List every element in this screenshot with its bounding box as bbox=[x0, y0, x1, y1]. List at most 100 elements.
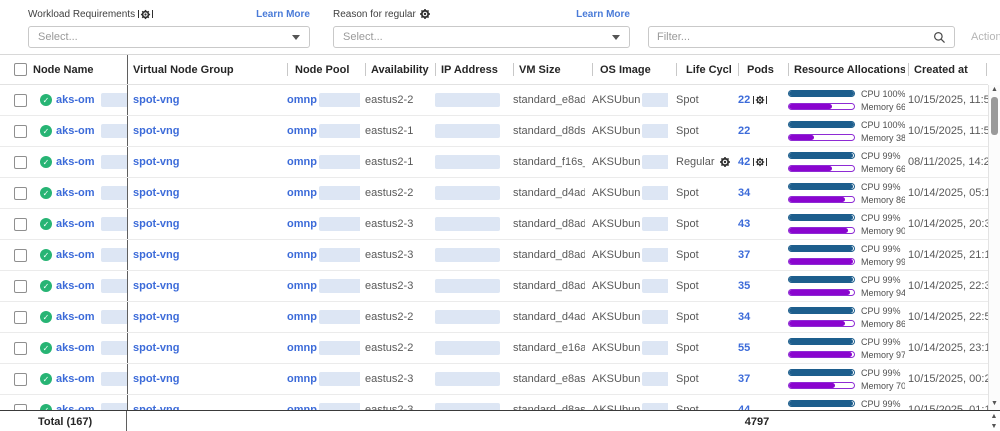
virtual-node-group-link[interactable]: spot-vng bbox=[133, 94, 179, 106]
row-checkbox[interactable] bbox=[14, 280, 27, 293]
node-name-link[interactable]: aks-om bbox=[56, 311, 95, 323]
col-node-pool[interactable]: Node Pool bbox=[282, 55, 360, 84]
col-resource-allocations[interactable]: Resource Allocations ↓ ≡ bbox=[783, 55, 905, 84]
table-row[interactable]: ✓ aks-om spot-vng omnp eastus2-2 standar… bbox=[0, 85, 988, 116]
resource-allocations-cell: CPU 99% Memory 97% bbox=[783, 333, 905, 363]
col-os-image[interactable]: OS Image bbox=[585, 55, 668, 84]
chevron-down-icon bbox=[292, 35, 300, 40]
table-row[interactable]: ✓ aks-om spot-vng omnp eastus2-3 standar… bbox=[0, 271, 988, 302]
redacted-node-pool bbox=[319, 93, 360, 107]
workload-requirements-select[interactable]: Select... bbox=[28, 26, 310, 48]
table-row[interactable]: ✓ aks-om spot-vng omnp eastus2-3 standar… bbox=[0, 240, 988, 271]
row-checkbox[interactable] bbox=[14, 342, 27, 355]
reason-for-regular-select[interactable]: Select... bbox=[333, 26, 630, 48]
scroll-down-icon[interactable]: ▼ bbox=[991, 422, 998, 431]
table-row[interactable]: ✓ aks-om spot-vng omnp eastus2-2 standar… bbox=[0, 302, 988, 333]
col-pods[interactable]: Pods bbox=[731, 55, 783, 84]
node-name-link[interactable]: aks-om bbox=[56, 94, 95, 106]
created-at-cell: 10/15/2025, 00:2... bbox=[905, 364, 988, 394]
virtual-node-group-link[interactable]: spot-vng bbox=[133, 280, 179, 292]
row-checkbox[interactable] bbox=[14, 187, 27, 200]
pods-count-link[interactable]: 34 bbox=[738, 311, 750, 323]
col-availability-zone[interactable]: Availability Zone bbox=[360, 55, 430, 84]
virtual-node-group-link[interactable]: spot-vng bbox=[133, 125, 179, 137]
col-vm-size[interactable]: VM Size bbox=[507, 55, 585, 84]
scrollbar-thumb[interactable] bbox=[991, 97, 998, 135]
node-healthy-icon: ✓ bbox=[40, 280, 52, 292]
node-pool-link[interactable]: omnp bbox=[287, 311, 317, 323]
redacted-ip-address bbox=[435, 124, 500, 138]
virtual-node-group-link[interactable]: spot-vng bbox=[133, 218, 179, 230]
virtual-node-group-link[interactable]: spot-vng bbox=[133, 342, 179, 354]
row-checkbox[interactable] bbox=[14, 249, 27, 262]
scroll-down-icon[interactable]: ▼ bbox=[991, 399, 998, 410]
redacted-ip-address bbox=[435, 279, 500, 293]
pods-count-link[interactable]: 34 bbox=[738, 187, 750, 199]
node-pool-link[interactable]: omnp bbox=[287, 156, 317, 168]
row-checkbox[interactable] bbox=[14, 125, 27, 138]
row-checkbox[interactable] bbox=[14, 311, 27, 324]
reason-learn-more-link[interactable]: Learn More bbox=[576, 9, 630, 20]
node-pool-link[interactable]: omnp bbox=[287, 187, 317, 199]
redacted-node-pool bbox=[319, 248, 360, 262]
node-name-link[interactable]: aks-om bbox=[56, 156, 95, 168]
table-row[interactable]: ✓ aks-om spot-vng omnp eastus2-3 standar… bbox=[0, 209, 988, 240]
table-row[interactable]: ✓ aks-om spot-vng omnp eastus2-2 standar… bbox=[0, 178, 988, 209]
row-checkbox[interactable] bbox=[14, 156, 27, 169]
vertical-scrollbar[interactable]: ▲ ▼ bbox=[988, 85, 1000, 410]
node-pool-link[interactable]: omnp bbox=[287, 342, 317, 354]
select-all-checkbox[interactable] bbox=[14, 63, 27, 76]
virtual-node-group-link[interactable]: spot-vng bbox=[133, 249, 179, 261]
col-life-cycle[interactable]: Life Cycle bbox=[668, 55, 731, 84]
node-pool-link[interactable]: omnp bbox=[287, 373, 317, 385]
pods-count-link[interactable]: 35 bbox=[738, 280, 750, 292]
col-node-name[interactable]: Node Name bbox=[33, 55, 127, 84]
node-pool-link[interactable]: omnp bbox=[287, 218, 317, 230]
actions-button[interactable]: Actions bbox=[971, 31, 1000, 43]
pods-count-link[interactable]: 37 bbox=[738, 249, 750, 261]
table-row[interactable]: ✓ aks-om spot-vng omnp eastus2-1 standar… bbox=[0, 116, 988, 147]
pods-count-link[interactable]: 22 bbox=[738, 94, 750, 106]
col-virtual-node-group[interactable]: Virtual Node Group bbox=[127, 55, 282, 84]
node-name-link[interactable]: aks-om bbox=[56, 187, 95, 199]
col-created-at[interactable]: Created at bbox=[905, 55, 988, 84]
node-name-link[interactable]: aks-om bbox=[56, 280, 95, 292]
reason-for-regular-filter: Reason for regular Learn More Select... bbox=[333, 6, 630, 48]
vm-size-cell: standard_d8ads... bbox=[507, 240, 585, 270]
pods-count-link[interactable]: 55 bbox=[738, 342, 750, 354]
ocean-gear-badge-icon bbox=[753, 95, 767, 105]
scroll-up-icon[interactable]: ▲ bbox=[991, 412, 998, 422]
node-name-link[interactable]: aks-om bbox=[56, 125, 95, 137]
row-checkbox[interactable] bbox=[14, 218, 27, 231]
node-name-link[interactable]: aks-om bbox=[56, 373, 95, 385]
node-pool-link[interactable]: omnp bbox=[287, 125, 317, 137]
pods-count-link[interactable]: 42 bbox=[738, 156, 750, 168]
node-pool-link[interactable]: omnp bbox=[287, 280, 317, 292]
scroll-up-icon[interactable]: ▲ bbox=[991, 85, 998, 96]
row-checkbox[interactable] bbox=[14, 373, 27, 386]
virtual-node-group-link[interactable]: spot-vng bbox=[133, 311, 179, 323]
redacted-node-name bbox=[101, 217, 127, 231]
virtual-node-group-link[interactable]: spot-vng bbox=[133, 187, 179, 199]
table-row[interactable]: ✓ aks-om spot-vng omnp eastus2-3 standar… bbox=[0, 395, 988, 410]
node-name-link[interactable]: aks-om bbox=[56, 249, 95, 261]
node-pool-link[interactable]: omnp bbox=[287, 94, 317, 106]
os-image-cell: AKSUbun . bbox=[585, 271, 668, 301]
workload-learn-more-link[interactable]: Learn More bbox=[256, 9, 310, 20]
vm-size-cell: standard_d4ads... bbox=[507, 178, 585, 208]
table-row[interactable]: ✓ aks-om spot-vng omnp eastus2-2 standar… bbox=[0, 333, 988, 364]
virtual-node-group-link[interactable]: spot-vng bbox=[133, 156, 179, 168]
filter-input[interactable] bbox=[657, 31, 927, 43]
redacted-os-image bbox=[642, 155, 668, 169]
node-pool-link[interactable]: omnp bbox=[287, 249, 317, 261]
table-row[interactable]: ✓ aks-om spot-vng omnp eastus2-1 standar… bbox=[0, 147, 988, 178]
node-name-link[interactable]: aks-om bbox=[56, 218, 95, 230]
pods-count-link[interactable]: 37 bbox=[738, 373, 750, 385]
col-ip-address[interactable]: IP Address bbox=[430, 55, 507, 84]
row-checkbox[interactable] bbox=[14, 94, 27, 107]
pods-count-link[interactable]: 43 bbox=[738, 218, 750, 230]
pods-count-link[interactable]: 22 bbox=[738, 125, 750, 137]
node-name-link[interactable]: aks-om bbox=[56, 342, 95, 354]
virtual-node-group-link[interactable]: spot-vng bbox=[133, 373, 179, 385]
table-row[interactable]: ✓ aks-om spot-vng omnp eastus2-3 standar… bbox=[0, 364, 988, 395]
